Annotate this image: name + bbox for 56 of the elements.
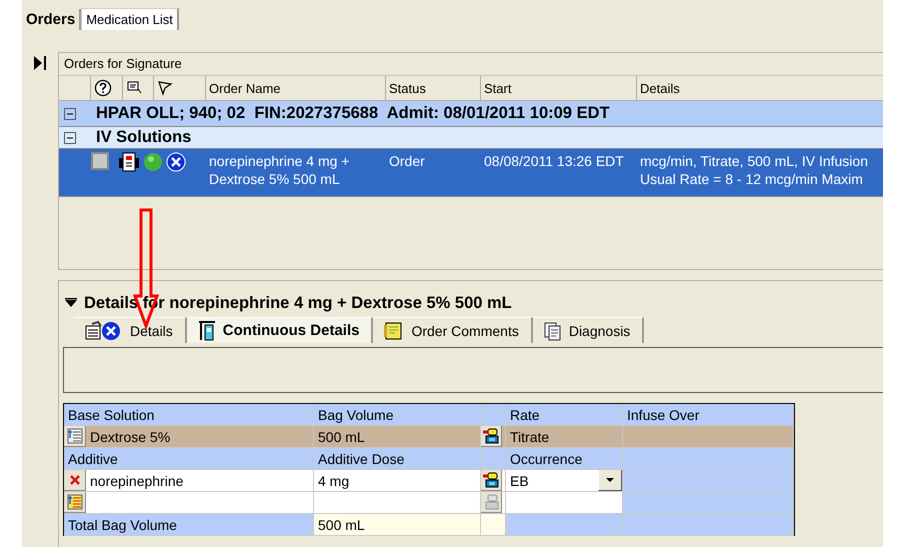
flag-icon xyxy=(157,80,173,96)
connector-icon[interactable] xyxy=(481,426,502,447)
total-value: 500 mL xyxy=(314,514,481,536)
additive-dose-cell: 4 mg xyxy=(314,470,481,492)
help-icon xyxy=(94,79,112,97)
iv-pump-icon xyxy=(118,152,140,172)
grid-header: Base Solution xyxy=(64,404,314,426)
grid-header: Bag Volume xyxy=(314,404,481,426)
view-tab[interactable]: Medication List xyxy=(81,8,179,30)
order-row[interactable]: norepinephrine 4 mg + Dextrose 5% 500 mL Order 08/08/2011 13:26 EDT mcg/min, Titrate, 500 mL, IV Infusion Usual Rate = 8 - 12 mcg/min Maxim xyxy=(59,149,883,197)
input-field[interactable] xyxy=(314,492,481,514)
rate-cell: Titrate xyxy=(506,426,623,448)
column-header[interactable]: Start xyxy=(481,76,637,100)
bag-volume-cell: 500 mL xyxy=(314,426,481,448)
cancel-icon xyxy=(166,152,186,172)
order-status: Order xyxy=(388,152,426,171)
add-list-icon[interactable] xyxy=(64,492,86,513)
group-label: HPAR OLL; 940; 02 FIN:2027375688 Admit: 08/01/2011 10:09 EDT xyxy=(96,104,610,123)
occurrence-dropdown[interactable]: EB xyxy=(506,470,623,492)
group-row[interactable]: HPAR OLL; 940; 02 FIN:2027375688 Admit: 08/01/2011 10:09 EDT xyxy=(59,101,883,127)
group-row[interactable]: IV Solutions xyxy=(59,127,883,149)
note-icon xyxy=(126,80,144,96)
column-header[interactable]: Status xyxy=(386,76,481,100)
column-header[interactable]: Details xyxy=(637,76,883,100)
collapse-icon[interactable] xyxy=(64,132,76,144)
status-dot-icon xyxy=(143,152,163,172)
grid-header: Infuse Over xyxy=(623,404,794,426)
remove-icon[interactable] xyxy=(64,470,86,491)
additive-name: norepinephrine xyxy=(89,472,184,491)
collapse-arrow-icon[interactable] xyxy=(64,298,78,308)
total-label: Total Bag Volume xyxy=(64,514,314,536)
documents-icon xyxy=(542,320,563,340)
grid-header: Occurrence xyxy=(506,448,623,470)
details-tab[interactable]: Continuous Details xyxy=(186,317,374,343)
order-details: mcg/min, Titrate, 500 mL, IV Infusion xyxy=(640,152,869,170)
base-solution-name: Dextrose 5% xyxy=(89,428,170,446)
connector-icon[interactable] xyxy=(481,470,502,491)
group-label: IV Solutions xyxy=(96,128,192,147)
order-start: 08/08/2011 13:26 EDT xyxy=(483,152,625,171)
grid-header: Additive Dose xyxy=(314,448,481,470)
list-icon[interactable] xyxy=(64,426,86,447)
checkbox[interactable] xyxy=(91,152,109,170)
expand-pane-icon[interactable] xyxy=(33,55,47,71)
column-header[interactable]: Order Name xyxy=(206,76,386,100)
details-tab[interactable]: Details xyxy=(74,317,187,343)
iv-pole-icon xyxy=(196,320,217,342)
order-name: norepinephrine 4 mg + Dextrose 5% 500 mL xyxy=(208,152,350,189)
details-tab[interactable]: Order Comments xyxy=(373,317,533,343)
collapse-icon[interactable] xyxy=(64,108,76,120)
order-details: Usual Rate = 8 - 12 mcg/min Maxim xyxy=(640,170,864,188)
grid-header: Additive xyxy=(64,448,314,470)
panel-title: Orders for Signature xyxy=(59,53,883,76)
input-field[interactable] xyxy=(506,492,623,514)
dropdown-arrow-icon xyxy=(605,477,615,483)
grid-header: Rate xyxy=(506,404,623,426)
details-tab[interactable]: Diagnosis xyxy=(532,317,644,343)
